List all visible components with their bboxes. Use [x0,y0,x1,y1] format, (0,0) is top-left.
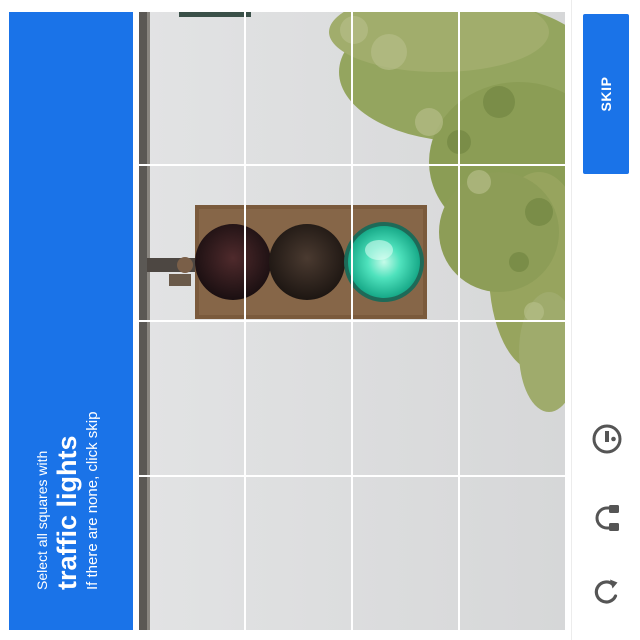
grid-tile-r3c2[interactable] [246,322,352,476]
headphones-icon[interactable] [589,500,625,536]
grid-tile-r4c3[interactable] [353,477,459,630]
grid-tile-r1c3[interactable] [353,12,459,165]
grid-tile-r1c4[interactable] [460,12,565,165]
grid-tile-r4c2[interactable] [246,477,352,630]
grid-tile-r1c1[interactable] [139,12,245,165]
instruction-skip-hint: If there are none, click skip [84,411,101,590]
grid-tile-r1c2[interactable] [246,12,352,165]
instruction-line: Select all squares with [34,450,50,590]
grid-tile-r2c4[interactable] [460,166,565,321]
skip-button-label: SKIP [598,76,614,112]
grid-tile-r3c4[interactable] [460,322,565,476]
skip-button[interactable]: SKIP [583,14,629,174]
grid-tile-r3c3[interactable] [353,322,459,476]
grid-tile-r4c4[interactable] [460,477,565,630]
grid-tile-r2c2[interactable] [246,166,352,321]
instruction-panel: Select all squares with traffic lights I… [9,12,133,630]
challenge-image-grid [139,12,565,630]
refresh-icon[interactable] [589,574,625,610]
info-icon[interactable] [589,421,625,457]
grid-tile-r2c3[interactable] [353,166,459,321]
grid-tile-r2c1[interactable] [139,166,245,321]
instruction-text-block: Select all squares with traffic lights I… [9,12,133,630]
grid-tile-r3c1[interactable] [139,322,245,476]
grid-tile-r4c1[interactable] [139,477,245,630]
challenge-target: traffic lights [52,435,82,590]
